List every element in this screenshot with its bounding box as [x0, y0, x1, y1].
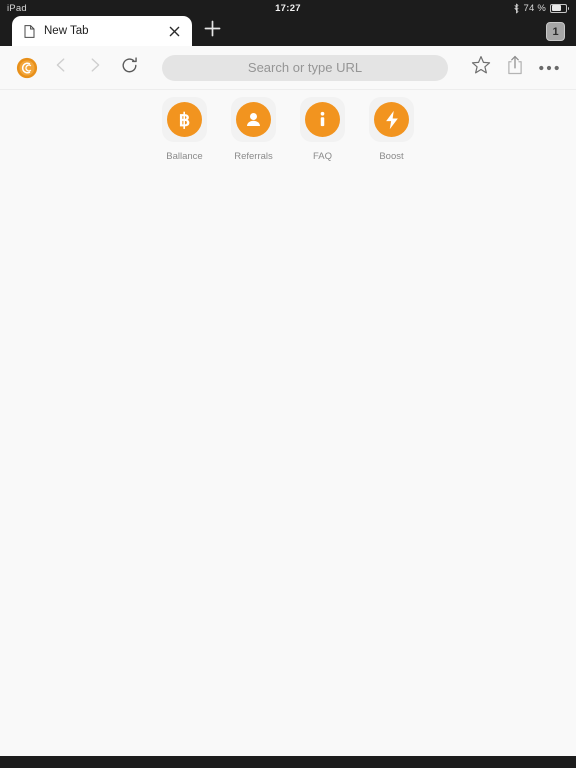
status-bar: iPad 17:27 74 %: [0, 0, 576, 16]
star-icon: [471, 55, 491, 80]
share-button[interactable]: [498, 51, 532, 85]
back-button[interactable]: [44, 51, 78, 85]
home-indicator-bar: [0, 756, 576, 768]
svg-text:฿: ฿: [179, 110, 191, 130]
bluetooth-icon: [513, 3, 520, 14]
brand-home-button[interactable]: [10, 51, 44, 85]
search-placeholder: Search or type URL: [247, 60, 363, 75]
browser-window: iPad 17:27 74 % New Tab 1 Search or type…: [0, 0, 576, 768]
coin-logo-icon: [16, 57, 38, 79]
forward-button[interactable]: [78, 51, 112, 85]
plus-icon: [204, 20, 221, 42]
person-icon: [236, 102, 271, 137]
shortcut-tile: [300, 97, 345, 142]
shortcut-tile: ฿: [162, 97, 207, 142]
tab-count-badge[interactable]: 1: [546, 22, 565, 41]
close-icon[interactable]: [166, 23, 182, 39]
shortcut-ballance[interactable]: ฿ Ballance: [162, 97, 207, 162]
shortcut-tile: [369, 97, 414, 142]
browser-toolbar: Search or type URL: [0, 46, 576, 90]
shortcut-tile: [231, 97, 276, 142]
battery-icon: [550, 3, 570, 13]
bitcoin-icon: ฿: [167, 102, 202, 137]
tab-title: New Tab: [44, 25, 89, 37]
shortcut-label: Ballance: [166, 151, 203, 162]
shortcut-label: Referrals: [234, 151, 273, 162]
new-tab-button[interactable]: [192, 16, 232, 46]
bookmark-button[interactable]: [464, 51, 498, 85]
shortcut-label: FAQ: [312, 151, 332, 162]
page-icon: [24, 24, 35, 38]
share-icon: [506, 55, 524, 80]
shortcut-referrals[interactable]: Referrals: [231, 97, 276, 162]
more-dots-icon: [538, 59, 560, 77]
info-icon: [305, 102, 340, 137]
lightning-bolt-icon: [374, 102, 409, 137]
shortcut-faq[interactable]: FAQ: [300, 97, 345, 162]
status-bar-clock: 17:27: [275, 2, 301, 14]
search-input[interactable]: Search or type URL: [162, 54, 448, 81]
new-tab-page: ฿ Ballance Referrals FAQ Boost: [0, 90, 576, 756]
battery-percent-label: 74 %: [523, 2, 546, 14]
reload-icon: [120, 56, 139, 80]
chevron-left-icon: [52, 56, 70, 79]
menu-button[interactable]: [532, 51, 566, 85]
browser-tab[interactable]: New Tab: [12, 16, 192, 46]
status-bar-right: 74 %: [513, 2, 570, 14]
shortcut-boost[interactable]: Boost: [369, 97, 414, 162]
reload-button[interactable]: [112, 51, 146, 85]
tab-bar: New Tab 1: [0, 16, 576, 46]
chevron-right-icon: [86, 56, 104, 79]
shortcut-label: Boost: [379, 151, 404, 162]
shortcut-grid: ฿ Ballance Referrals FAQ Boost: [0, 90, 576, 162]
